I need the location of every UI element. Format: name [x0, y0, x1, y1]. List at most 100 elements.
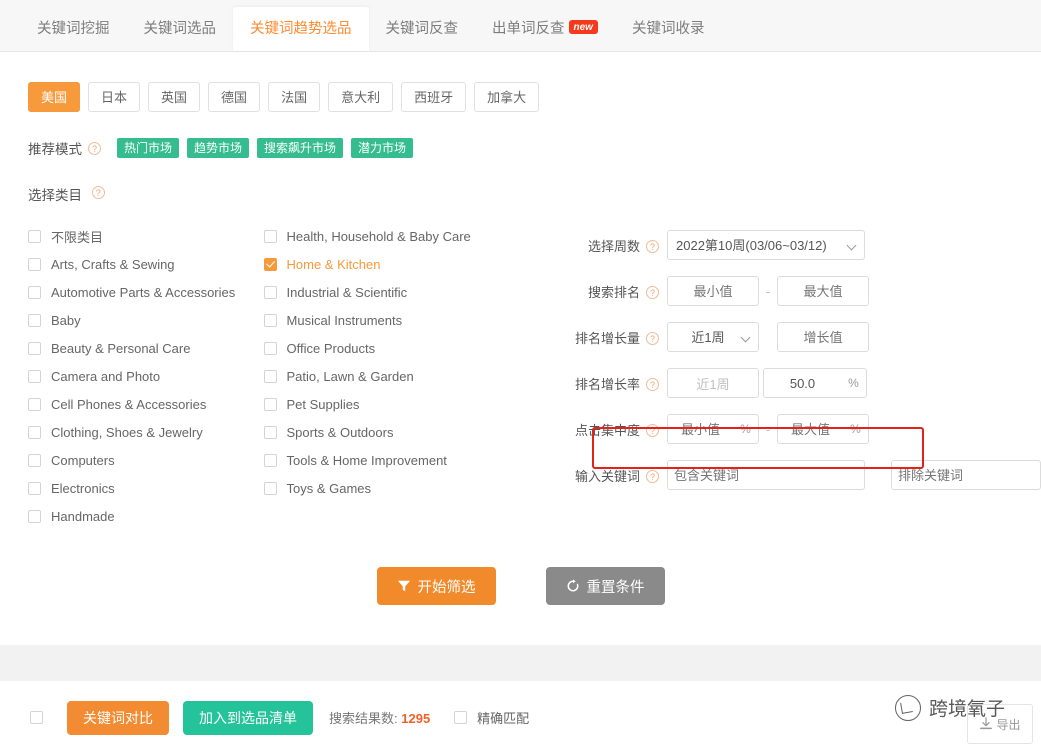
category-item-arts-crafts-sewing[interactable]: Arts, Crafts & Sewing [28, 250, 254, 278]
category-item-beauty-personal-care[interactable]: Beauty & Personal Care [28, 334, 254, 362]
checkbox[interactable] [263, 313, 277, 327]
rank-growth-value-input[interactable] [777, 322, 869, 352]
include-keywords-input[interactable] [667, 460, 865, 490]
category-item-handmade[interactable]: Handmade [28, 502, 254, 530]
help-icon[interactable]: ? [646, 331, 659, 345]
week-select-wrapper: 2022第10周(03/06~03/12) [667, 230, 865, 260]
click-concentration-min-input[interactable] [667, 414, 733, 444]
category-item-health-household-baby-care[interactable]: Health, Household & Baby Care [263, 222, 543, 250]
start-filter-label: 开始筛选 [417, 579, 476, 596]
country-label: 日本 [101, 90, 128, 105]
category-item-pet-supplies[interactable]: Pet Supplies [263, 390, 543, 418]
help-icon[interactable]: ? [646, 377, 659, 391]
download-icon [980, 717, 993, 730]
week-select[interactable]: 2022第10周(03/06~03/12) [667, 230, 865, 260]
category-item-tools-home-improvement[interactable]: Tools & Home Improvement [263, 446, 543, 474]
checkbox[interactable] [28, 341, 41, 355]
country-us[interactable]: 美国 [28, 82, 81, 112]
tab-keyword-index[interactable]: 关键词收录 [615, 7, 722, 51]
checkbox[interactable] [263, 229, 277, 243]
category-item-computers[interactable]: Computers [28, 446, 254, 474]
country-it[interactable]: 意大利 [328, 82, 394, 112]
category-item-clothing-shoes-jewelry[interactable]: Clothing, Shoes & Jewelry [28, 418, 254, 446]
checkbox[interactable] [28, 481, 41, 495]
help-icon[interactable]: ? [646, 239, 659, 253]
help-icon[interactable]: ? [646, 469, 659, 483]
search-rank-min-input[interactable] [667, 276, 759, 306]
mode-tag-potential-market[interactable]: 潜力市场 [351, 138, 414, 158]
checkbox[interactable] [263, 285, 277, 299]
help-icon[interactable]: ? [646, 423, 659, 437]
category-item-all[interactable]: 不限类目 [28, 222, 254, 250]
checkbox[interactable] [263, 453, 277, 467]
tab-keyword-selection[interactable]: 关键词选品 [127, 7, 234, 51]
start-filter-button[interactable]: 开始筛选 [376, 567, 496, 605]
click-concentration-max-input[interactable] [777, 414, 843, 444]
rank-growth-rate-period-input[interactable] [667, 368, 759, 398]
country-ca[interactable]: 加拿大 [474, 82, 540, 112]
category-item-automotive-parts-accessories[interactable]: Automotive Parts & Accessories [28, 278, 254, 306]
tab-keyword-reverse-lookup[interactable]: 关键词反查 [369, 7, 476, 51]
checkbox[interactable] [263, 341, 277, 355]
rank-growth-rate-value-input[interactable] [763, 368, 841, 398]
category-item-patio-lawn-garden[interactable]: Patio, Lawn & Garden [263, 362, 543, 390]
export-button[interactable]: 导出 [967, 704, 1033, 744]
country-es[interactable]: 西班牙 [401, 82, 467, 112]
category-item-office-products[interactable]: Office Products [263, 334, 543, 362]
category-item-camera-and-photo[interactable]: Camera and Photo [28, 362, 254, 390]
bottom-action-bar: 关键词对比 加入到选品清单 搜索结果数: 1295 精确匹配 导出 [0, 681, 1041, 754]
filters-and-categories: 不限类目 Arts, Crafts & Sewing Automotive Pa… [0, 204, 1041, 530]
checkbox[interactable] [263, 369, 277, 383]
tab-keyword-mining[interactable]: 关键词挖掘 [20, 7, 127, 51]
checkbox-checked[interactable] [263, 257, 277, 271]
category-item-toys-games[interactable]: Toys & Games [263, 474, 543, 502]
checkbox[interactable] [28, 453, 41, 467]
country-uk[interactable]: 英国 [148, 82, 201, 112]
mode-tag-trend-market[interactable]: 趋势市场 [187, 138, 250, 158]
category-item-label: Electronics [51, 480, 115, 496]
checkbox[interactable] [263, 481, 277, 495]
category-item-industrial-scientific[interactable]: Industrial & Scientific [263, 278, 543, 306]
checkbox[interactable] [28, 369, 41, 383]
add-to-selection-list-button[interactable]: 加入到选品清单 [183, 700, 313, 735]
checkbox[interactable] [28, 509, 41, 523]
help-icon[interactable]: ? [646, 285, 659, 299]
checkbox[interactable] [263, 397, 277, 411]
category-item-baby[interactable]: Baby [28, 306, 254, 334]
category-item-electronics[interactable]: Electronics [28, 474, 254, 502]
exact-match-toggle[interactable]: 精确匹配 [454, 708, 529, 727]
country-de[interactable]: 德国 [208, 82, 261, 112]
mode-tag-search-surge-market[interactable]: 搜索飙升市场 [257, 138, 344, 158]
country-jp[interactable]: 日本 [88, 82, 141, 112]
checkbox[interactable] [28, 285, 41, 299]
tab-keyword-trend-selection[interactable]: 关键词趋势选品 [233, 7, 369, 51]
checkbox[interactable] [28, 313, 41, 327]
category-item-musical-instruments[interactable]: Musical Instruments [263, 306, 543, 334]
checkbox[interactable] [28, 229, 41, 243]
checkbox[interactable] [28, 257, 41, 271]
checkbox[interactable] [28, 397, 41, 411]
rank-growth-period-select[interactable]: 近1周 [667, 322, 759, 352]
filter-row-search-rank: 搜索排名? - [549, 268, 1041, 314]
category-item-label: Cell Phones & Accessories [51, 396, 207, 412]
category-item-sports-outdoors[interactable]: Sports & Outdoors [263, 418, 543, 446]
tab-order-keyword-reverse-lookup[interactable]: 出单词反查 new [475, 7, 615, 51]
select-all-checkbox[interactable] [30, 711, 43, 724]
exclude-keywords-input[interactable] [891, 460, 1041, 490]
percent-suffix: % [733, 414, 759, 444]
checkbox[interactable] [28, 425, 41, 439]
exact-match-checkbox[interactable] [454, 711, 468, 724]
category-item-cell-phones-accessories[interactable]: Cell Phones & Accessories [28, 390, 254, 418]
category-item-label: Computers [51, 452, 115, 468]
checkbox[interactable] [263, 425, 277, 439]
help-icon[interactable]: ? [88, 141, 101, 155]
country-fr[interactable]: 法国 [268, 82, 321, 112]
search-rank-max-input[interactable] [777, 276, 869, 306]
help-icon[interactable]: ? [91, 186, 105, 200]
category-item-home-kitchen[interactable]: Home & Kitchen [263, 250, 543, 278]
reset-conditions-button[interactable]: 重置条件 [545, 567, 665, 605]
mode-tag-hot-market[interactable]: 热门市场 [117, 138, 180, 158]
keyword-compare-button[interactable]: 关键词对比 [67, 700, 169, 735]
add-to-selection-list-label: 加入到选品清单 [199, 709, 297, 726]
filter-label-rank-growth-rate: 排名增长率? [549, 374, 667, 393]
